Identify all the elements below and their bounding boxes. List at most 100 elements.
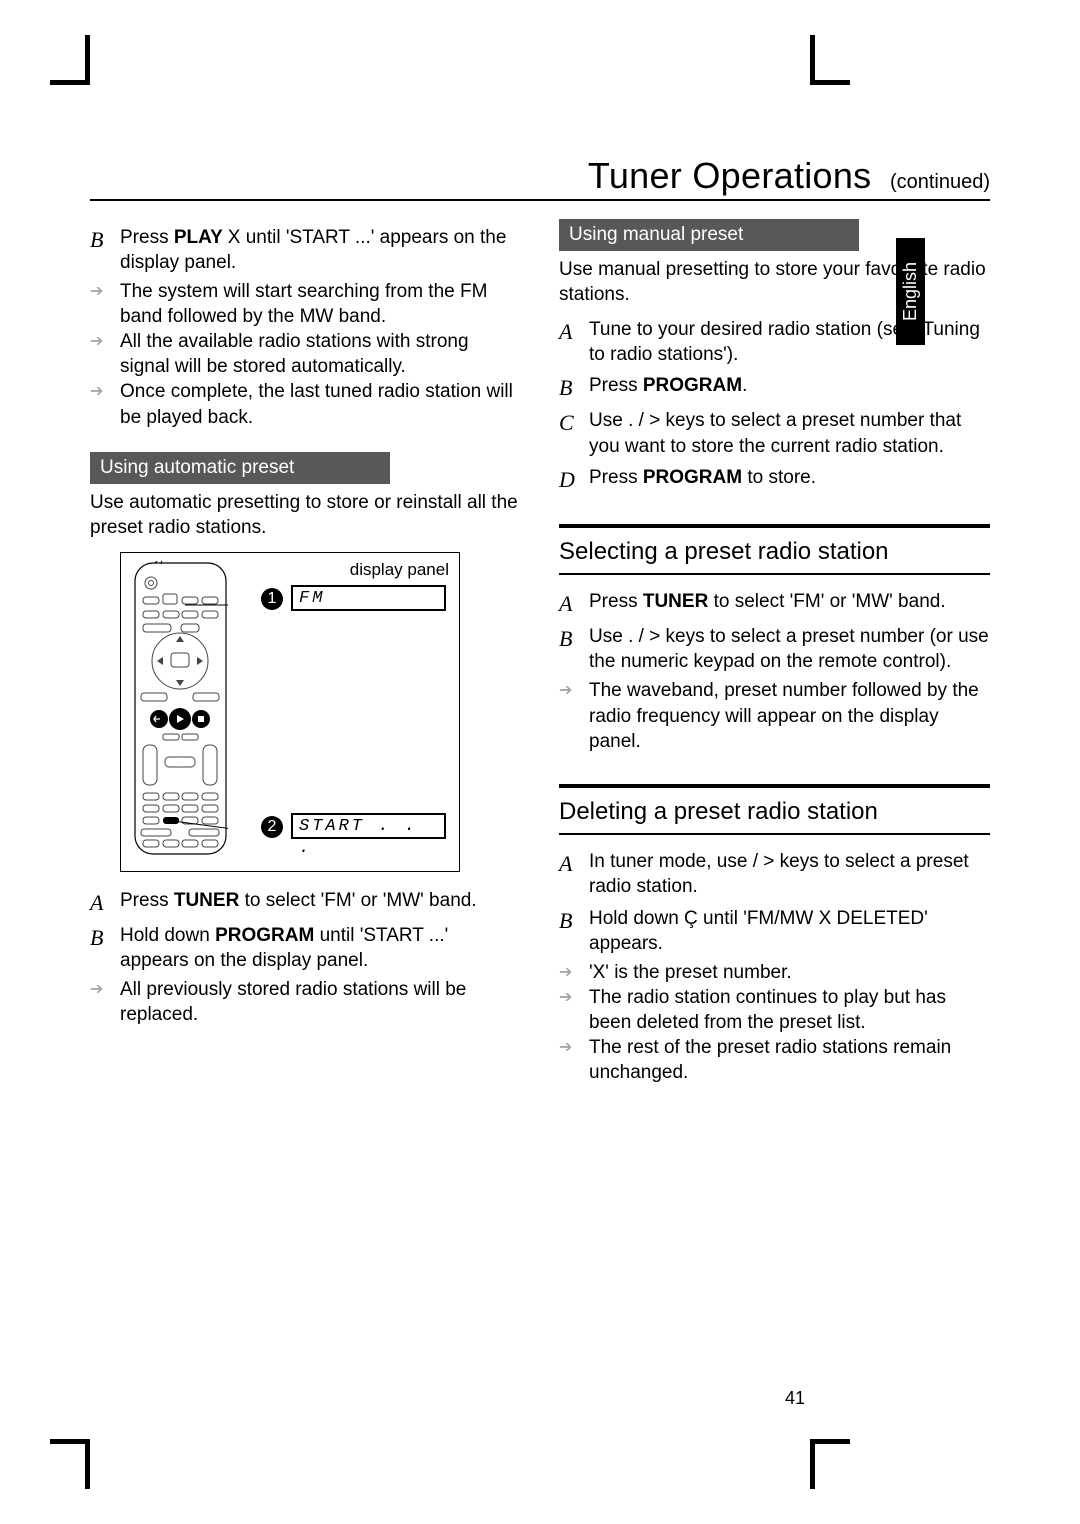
section-heading-deleting: Deleting a preset radio station [559,784,990,836]
result-line: The system will start searching from the… [90,279,521,329]
arrow-icon [90,329,120,379]
step-body: Press PROGRAM. [589,373,990,402]
arrow-icon [559,678,589,753]
display-readout-2: START . . . [291,813,446,839]
button-label: PROGRAM [643,467,742,488]
step-letter: B [90,923,120,973]
text: Press [589,591,643,612]
section-box-auto-preset: Using automatic preset [90,452,390,484]
text: All previously stored radio stations wil… [120,977,521,1027]
step-b: B Press PROGRAM. [559,373,990,402]
text: Use . / > keys to select a preset number… [589,408,990,458]
remote-illustration [133,561,228,856]
text: Press [120,890,174,911]
step-letter: C [559,408,589,458]
result-line: The rest of the preset radio stations re… [559,1035,990,1085]
crop-mark [810,80,850,85]
step-b: B Use . / > keys to select a preset numb… [559,624,990,674]
step-a: A Press TUNER to select 'FM' or 'MW' ban… [90,888,521,917]
step-letter: B [559,624,589,674]
step-letter: A [559,849,589,899]
left-column: B Press PLAY X until 'START ...' appears… [90,219,521,1085]
arrow-icon [90,279,120,329]
language-tab: English [896,238,925,345]
step-d: D Press PROGRAM to store. [559,465,990,494]
crop-mark [50,80,90,85]
page-number: 41 [785,1388,805,1409]
step-b: B Hold down PROGRAM until 'START ...' ap… [90,923,521,973]
right-column: Using manual preset Use manual presettin… [559,219,990,1085]
callout-number-2: 2 [261,816,283,838]
crop-mark [810,1439,815,1489]
result-line: All the available radio stations with st… [90,329,521,379]
text: The waveband, preset number followed by … [589,678,990,753]
text: Hold down Ç until 'FM/MW X DELETED' appe… [589,906,990,956]
step-b: B Hold down Ç until 'FM/MW X DELETED' ap… [559,906,990,956]
heading-text: Selecting a preset radio station [559,536,990,575]
manual-page: English Tuner Operations (continued) B P… [0,0,1080,1524]
step-letter: D [559,465,589,494]
remote-figure: display panel [120,552,460,872]
page-title-continued: (continued) [890,171,990,193]
content-columns: B Press PLAY X until 'START ...' appears… [90,219,990,1085]
button-label: PROGRAM [643,375,742,396]
step-a: A Press TUNER to select 'FM' or 'MW' ban… [559,589,990,618]
step-letter: B [559,373,589,402]
text: to store. [742,467,816,488]
arrow-icon [90,379,120,429]
figure-label: display panel [350,559,449,581]
button-label: PLAY [174,227,228,248]
section-intro: Use automatic presetting to store or rei… [90,490,521,540]
text: X [228,227,241,248]
page-title: Tuner Operations [588,155,872,196]
step-c: C Use . / > keys to select a preset numb… [559,408,990,458]
step-letter: A [559,317,589,367]
text: The system will start searching from the… [120,279,521,329]
display-readout-1: FM [291,585,446,611]
crop-mark [810,35,815,85]
arrow-icon [559,985,589,1035]
result-line: 'X' is the preset number. [559,960,990,985]
result-line: The radio station continues to play but … [559,985,990,1035]
arrow-icon [90,977,120,1027]
text: 'X' is the preset number. [589,960,792,985]
heading-text: Deleting a preset radio station [559,796,990,835]
section-box-manual-preset: Using manual preset [559,219,859,251]
text: Use . / > keys to select a preset number… [589,624,990,674]
step-letter: B [90,225,120,275]
crop-mark [85,1439,90,1489]
result-line: All previously stored radio stations wil… [90,977,521,1027]
page-header: Tuner Operations (continued) [90,155,990,201]
text: . [742,375,747,396]
callout-number-1: 1 [261,588,283,610]
button-label: TUNER [643,591,708,612]
step-letter: A [90,888,120,917]
arrow-icon [559,1035,589,1085]
step-a: A In tuner mode, use / > keys to select … [559,849,990,899]
crop-mark [810,1439,850,1444]
step-letter: A [559,589,589,618]
text: The radio station continues to play but … [589,985,990,1035]
text: Press [589,375,643,396]
text: Tune to your desired radio station (see … [589,317,990,367]
step-b: B Press PLAY X until 'START ...' appears… [90,225,521,275]
text: Once complete, the last tuned radio stat… [120,379,521,429]
step-body: Press PROGRAM to store. [589,465,990,494]
crop-mark [85,35,90,85]
text: Hold down [120,925,215,946]
text: All the available radio stations with st… [120,329,521,379]
text: Press [120,227,174,248]
step-letter: B [559,906,589,956]
step-body: Press PLAY X until 'START ...' appears o… [120,225,521,275]
text: to select 'FM' or 'MW' band. [239,890,476,911]
step-body: Press TUNER to select 'FM' or 'MW' band. [120,888,521,917]
button-label: TUNER [174,890,239,911]
step-body: Press TUNER to select 'FM' or 'MW' band. [589,589,990,618]
step-body: Hold down PROGRAM until 'START ...' appe… [120,923,521,973]
text: to select 'FM' or 'MW' band. [708,591,945,612]
crop-mark [50,1439,90,1444]
step-a: A Tune to your desired radio station (se… [559,317,990,367]
text: Press [589,467,643,488]
button-label: PROGRAM [215,925,314,946]
text: The rest of the preset radio stations re… [589,1035,990,1085]
